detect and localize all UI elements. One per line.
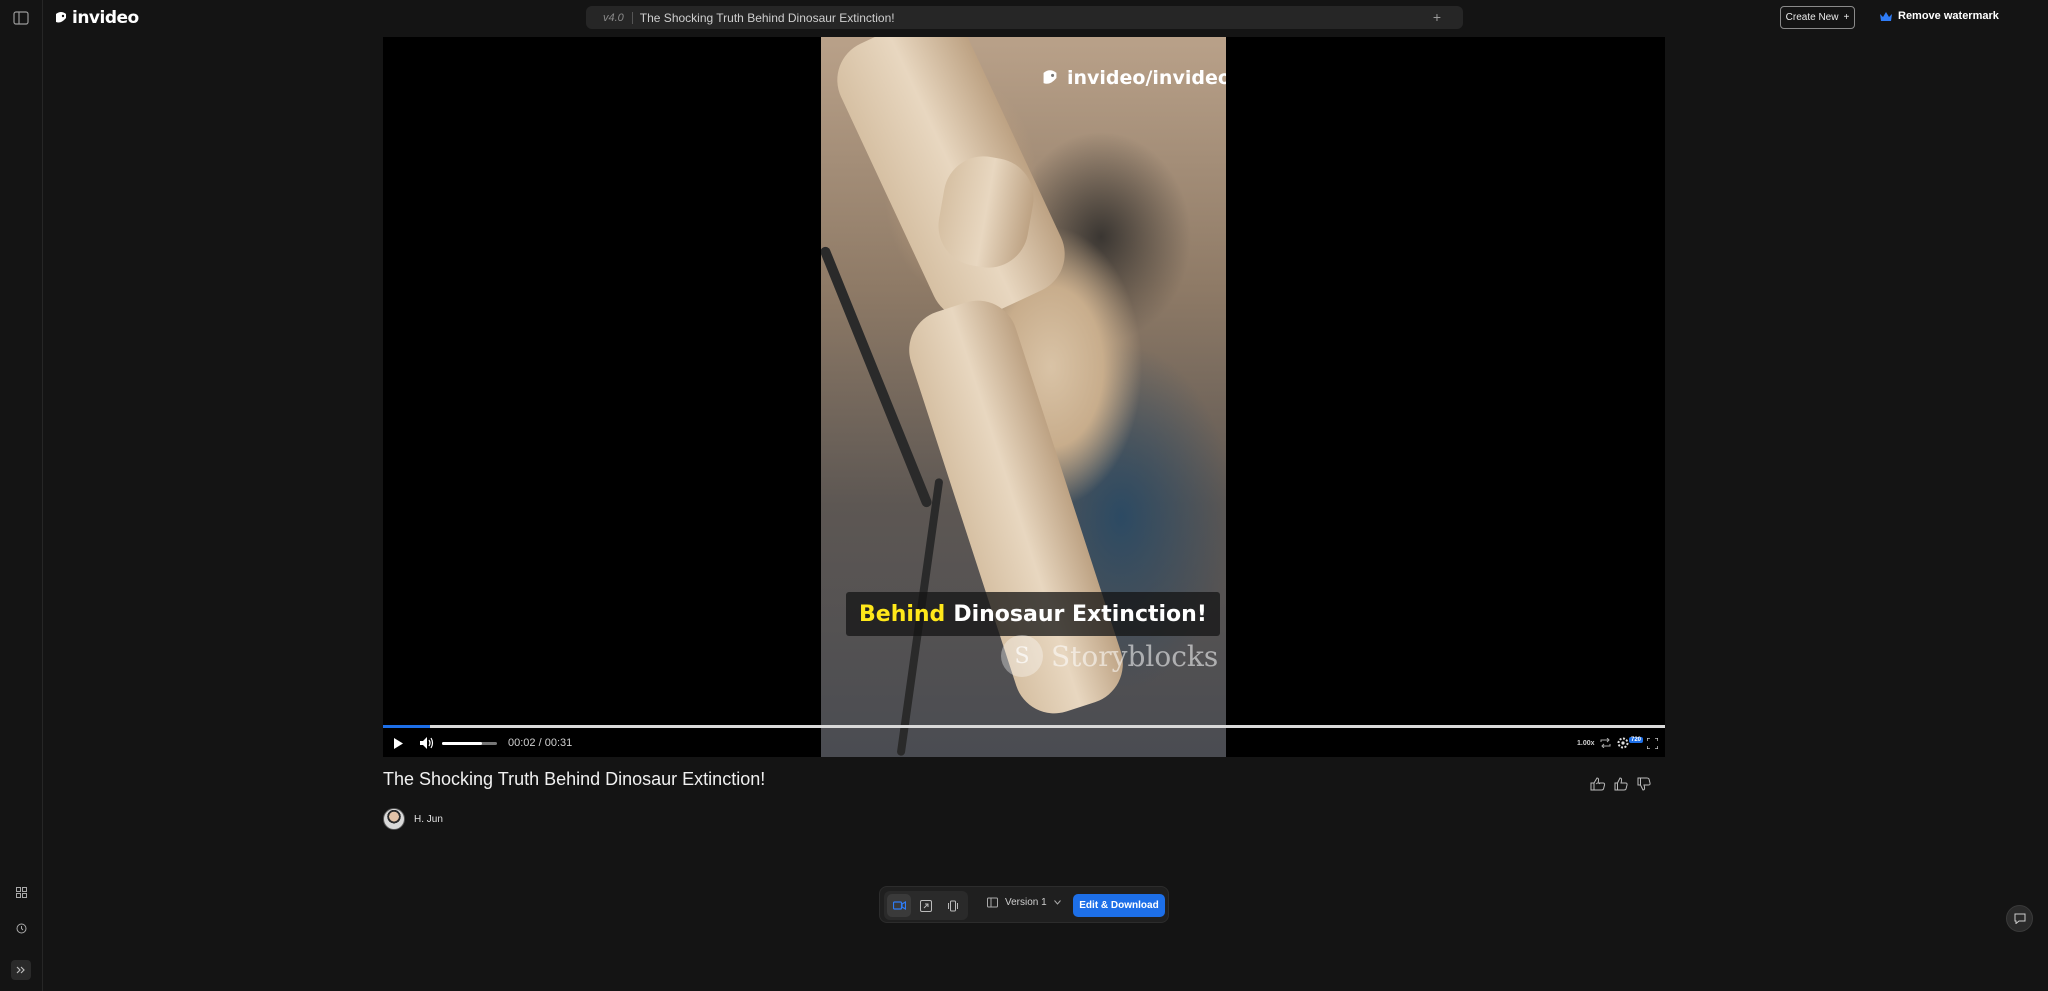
video-title: The Shocking Truth Behind Dinosaur Extin… [383,769,766,789]
sidebar-toggle-icon[interactable] [11,8,31,28]
video-player[interactable]: invideo/invideo-di Behind Dinosaur Extin… [383,37,1665,757]
left-sidebar [0,0,43,991]
video-frame: invideo/invideo-di Behind Dinosaur Extin… [821,37,1226,757]
time-display: 00:02 / 00:31 [508,737,572,749]
current-time: 00:02 [508,737,536,749]
templates-icon[interactable] [11,882,31,902]
stock-watermark-text: Storyblocks [1051,639,1219,673]
feedback-group [1589,773,1653,795]
volume-icon[interactable] [418,734,436,752]
project-title: The Shocking Truth Behind Dinosaur Extin… [639,10,895,25]
author-avatar [383,808,405,830]
progress-bar[interactable] [383,725,1665,728]
versions-icon [987,897,998,908]
love-it-icon[interactable] [1589,773,1607,795]
caption-highlight: Behind [859,601,946,627]
thumbs-up-icon[interactable] [1612,773,1630,795]
watermark-text: invideo/invideo-di [1067,67,1226,89]
chat-support-icon[interactable] [2006,905,2033,932]
video-caption: Behind Dinosaur Extinction! [846,592,1220,636]
remove-watermark-button[interactable]: Remove watermark [1880,10,1999,22]
progress-fill [383,725,431,728]
mode-switcher [884,891,968,920]
invideo-logo[interactable]: invideo [54,8,139,28]
logo-text: invideo [72,8,139,28]
plus-icon[interactable]: + [1433,9,1441,25]
author-name: H. Jun [414,813,443,825]
invideo-logo-icon [1043,70,1057,84]
fullscreen-icon[interactable] [1645,734,1659,752]
vibration-icon[interactable] [941,894,965,917]
expand-sidebar-icon[interactable] [11,960,31,980]
storyblocks-logo-icon: S [1001,635,1043,677]
share-export-icon[interactable] [914,894,938,917]
total-time: 00:31 [544,737,573,749]
author-info: H. Jun [383,808,443,830]
top-bar: invideo v4.0 The Shocking Truth Behind D… [44,0,2048,36]
plus-icon: + [1843,12,1850,23]
remove-watermark-label: Remove watermark [1898,10,1999,22]
stock-watermark: S Storyblocks [1001,635,1218,677]
project-title-bar[interactable]: v4.0 The Shocking Truth Behind Dinosaur … [586,6,1463,29]
thumbs-down-icon[interactable] [1635,773,1653,795]
quality-badge: 720 [1629,737,1644,743]
invideo-watermark: invideo/invideo-di [1041,67,1226,89]
version-dropdown[interactable]: Version 1 [987,897,1061,908]
playback-speed-button[interactable]: 1.00x [1577,740,1595,747]
version-label: Version 1 [1005,897,1047,908]
history-icon[interactable] [11,918,31,938]
loop-icon[interactable] [1598,734,1612,752]
volume-slider[interactable] [442,742,497,745]
settings-gear-icon[interactable] [1616,734,1630,752]
create-new-label: Create New [1785,12,1839,23]
chevron-down-icon [1053,900,1061,905]
time-separator: / [535,737,545,749]
caption-text: Dinosaur Extinction! [953,601,1207,627]
bottom-toolbar: Version 1 Edit & Download [879,886,1169,923]
video-mode-icon[interactable] [887,894,911,917]
divider [631,11,633,24]
create-new-button[interactable]: Create New + [1780,6,1855,29]
play-icon[interactable] [390,734,406,752]
invideo-logo-icon [56,12,66,23]
edit-download-button[interactable]: Edit & Download [1073,894,1165,917]
version-tag: v4.0 [603,11,624,24]
crown-icon [1880,11,1892,21]
volume-fill [442,742,482,745]
